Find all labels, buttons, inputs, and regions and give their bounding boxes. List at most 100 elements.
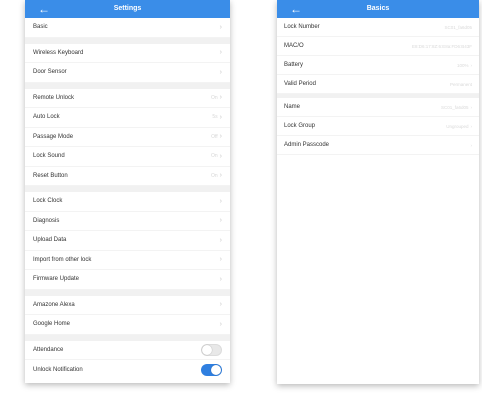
row-amazone-alexa[interactable]: Amazone Alexa › xyxy=(25,295,230,315)
row-value: SC01_fa6d05 xyxy=(440,104,469,110)
basics-title: Basics xyxy=(366,5,390,12)
basics-header: ← Basics xyxy=(277,0,479,18)
attendance-toggle[interactable] xyxy=(201,343,222,356)
chevron-right-icon: › xyxy=(470,142,473,148)
row-value: SC01_fa6d05 xyxy=(444,24,472,30)
row-value: 100% xyxy=(456,62,469,68)
row-valid-period: Valid Period Permanent xyxy=(277,75,479,94)
row-value-area: Ungrouped › xyxy=(446,124,472,129)
row-google-home[interactable]: Google Home › xyxy=(25,315,230,335)
row-value: Ungrouped xyxy=(446,123,469,129)
row-value: On xyxy=(210,172,218,179)
settings-header: ← Settings xyxy=(25,0,230,18)
row-admin-passcode[interactable]: Admin Passcode › xyxy=(277,136,479,155)
chevron-right-icon: › xyxy=(219,49,222,57)
chevron-right-icon: › xyxy=(219,197,222,205)
row-remote-unlock[interactable]: Remote Unlock On › xyxy=(25,88,230,108)
row-firmware-update[interactable]: Firmware Update › xyxy=(25,270,230,290)
unlock-notification-toggle[interactable] xyxy=(201,363,222,376)
row-import-from-other-lock[interactable]: Import from other lock › xyxy=(25,250,230,270)
row-value-area: Permanent xyxy=(450,82,472,87)
chevron-right-icon: › xyxy=(219,23,222,31)
chevron-right-icon: › xyxy=(470,123,473,129)
row-mac-o: MAC/O E8:D6:17:8Z:6:E8a:FD6:B43F xyxy=(277,37,479,56)
row-lock-group[interactable]: Lock Group Ungrouped › xyxy=(277,117,479,136)
row-lock-clock[interactable]: Lock Clock › xyxy=(25,192,230,212)
row-label: Unlock Notification xyxy=(33,366,83,373)
row-value: Off xyxy=(211,133,218,140)
row-label: Lock Number xyxy=(284,24,320,30)
row-label: Import from other lock xyxy=(33,256,92,263)
row-value-area: On › xyxy=(211,172,222,179)
row-value: 5s xyxy=(212,114,218,121)
back-arrow-icon[interactable]: ← xyxy=(38,1,50,17)
row-diagnosis[interactable]: Diagnosis › xyxy=(25,211,230,231)
row-basic[interactable]: Basic › xyxy=(25,18,230,38)
chevron-right-icon: › xyxy=(219,94,222,102)
row-value: E8:D6:17:8Z:6:E8a:FD6:B43F xyxy=(411,43,472,49)
row-door-sensor[interactable]: Door Sensor › xyxy=(25,63,230,83)
settings-title: Settings xyxy=(113,5,142,12)
chevron-right-icon: › xyxy=(470,104,473,110)
row-value-area: Off › xyxy=(211,133,222,140)
row-battery[interactable]: Battery 100% › xyxy=(277,56,479,75)
chevron-right-icon: › xyxy=(219,217,222,225)
chevron-right-icon: › xyxy=(219,133,222,141)
row-value-area: SC01_fa6d05 xyxy=(444,25,472,30)
row-label: MAC/O xyxy=(284,43,304,49)
row-attendance: Attendance xyxy=(25,340,230,360)
row-label: Remote Unlock xyxy=(33,94,75,101)
row-reset-button[interactable]: Reset Button On › xyxy=(25,166,230,186)
row-label: Auto Lock xyxy=(33,114,60,121)
row-label: Amazone Alexa xyxy=(33,301,75,308)
chevron-right-icon: › xyxy=(219,301,222,309)
row-value-area: › xyxy=(220,301,222,308)
settings-list: Basic › Wireless Keyboard › Door Sensor › Remo… xyxy=(25,18,230,380)
row-value-area: E8:D6:17:8Z:6:E8a:FD6:B43F xyxy=(412,44,472,49)
row-label: Battery xyxy=(284,62,304,68)
row-value-area: › xyxy=(220,69,222,76)
row-label: Valid Period xyxy=(284,81,316,87)
row-label: Reset Button xyxy=(33,172,68,179)
row-name[interactable]: Name SC01_fa6d05 › xyxy=(277,98,479,117)
row-label: Admin Passcode xyxy=(284,142,330,148)
row-label: Lock Sound xyxy=(33,153,65,160)
row-value-area: On › xyxy=(211,153,222,160)
row-value-area: › xyxy=(220,321,222,328)
row-value: On xyxy=(210,153,218,160)
back-arrow-icon[interactable]: ← xyxy=(290,1,302,17)
row-passage-mode[interactable]: Passage Mode Off › xyxy=(25,127,230,147)
row-lock-number: Lock Number SC01_fa6d05 xyxy=(277,18,479,37)
row-value-area: › xyxy=(471,143,473,148)
row-value-area: › xyxy=(220,217,222,224)
row-value-area: › xyxy=(220,256,222,263)
row-upload-data[interactable]: Upload Data › xyxy=(25,231,230,251)
chevron-right-icon: › xyxy=(219,68,222,76)
row-label: Firmware Update xyxy=(33,276,80,283)
toggle-knob xyxy=(202,344,212,355)
row-auto-lock[interactable]: Auto Lock 5s › xyxy=(25,108,230,128)
chevron-right-icon: › xyxy=(219,172,222,180)
row-label: Lock Group xyxy=(284,123,316,129)
row-lock-sound[interactable]: Lock Sound On › xyxy=(25,147,230,167)
row-value-area: 5s › xyxy=(212,114,222,121)
row-label: Wireless Keyboard xyxy=(33,49,84,56)
row-value-area: 100% › xyxy=(457,63,472,68)
row-wireless-keyboard[interactable]: Wireless Keyboard › xyxy=(25,43,230,63)
row-value-area: › xyxy=(220,198,222,205)
row-value-area: SC01_fa6d05 › xyxy=(441,105,472,110)
chevron-right-icon: › xyxy=(219,152,222,160)
row-value-area: On › xyxy=(211,94,222,101)
chevron-right-icon: › xyxy=(470,62,473,68)
chevron-right-icon: › xyxy=(219,113,222,121)
row-value: Permanent xyxy=(449,81,472,87)
basics-list: Lock Number SC01_fa6d05 MAC/O E8:D6:17:8Z:6… xyxy=(277,18,479,155)
chevron-right-icon: › xyxy=(219,320,222,328)
chevron-right-icon: › xyxy=(219,256,222,264)
row-value-area: › xyxy=(220,276,222,283)
toggle-knob xyxy=(211,364,221,375)
row-label: Basic xyxy=(33,24,48,31)
row-label: Passage Mode xyxy=(33,133,74,140)
row-unlock-notification: Unlock Notification xyxy=(25,360,230,380)
row-label: Upload Data xyxy=(33,237,67,244)
